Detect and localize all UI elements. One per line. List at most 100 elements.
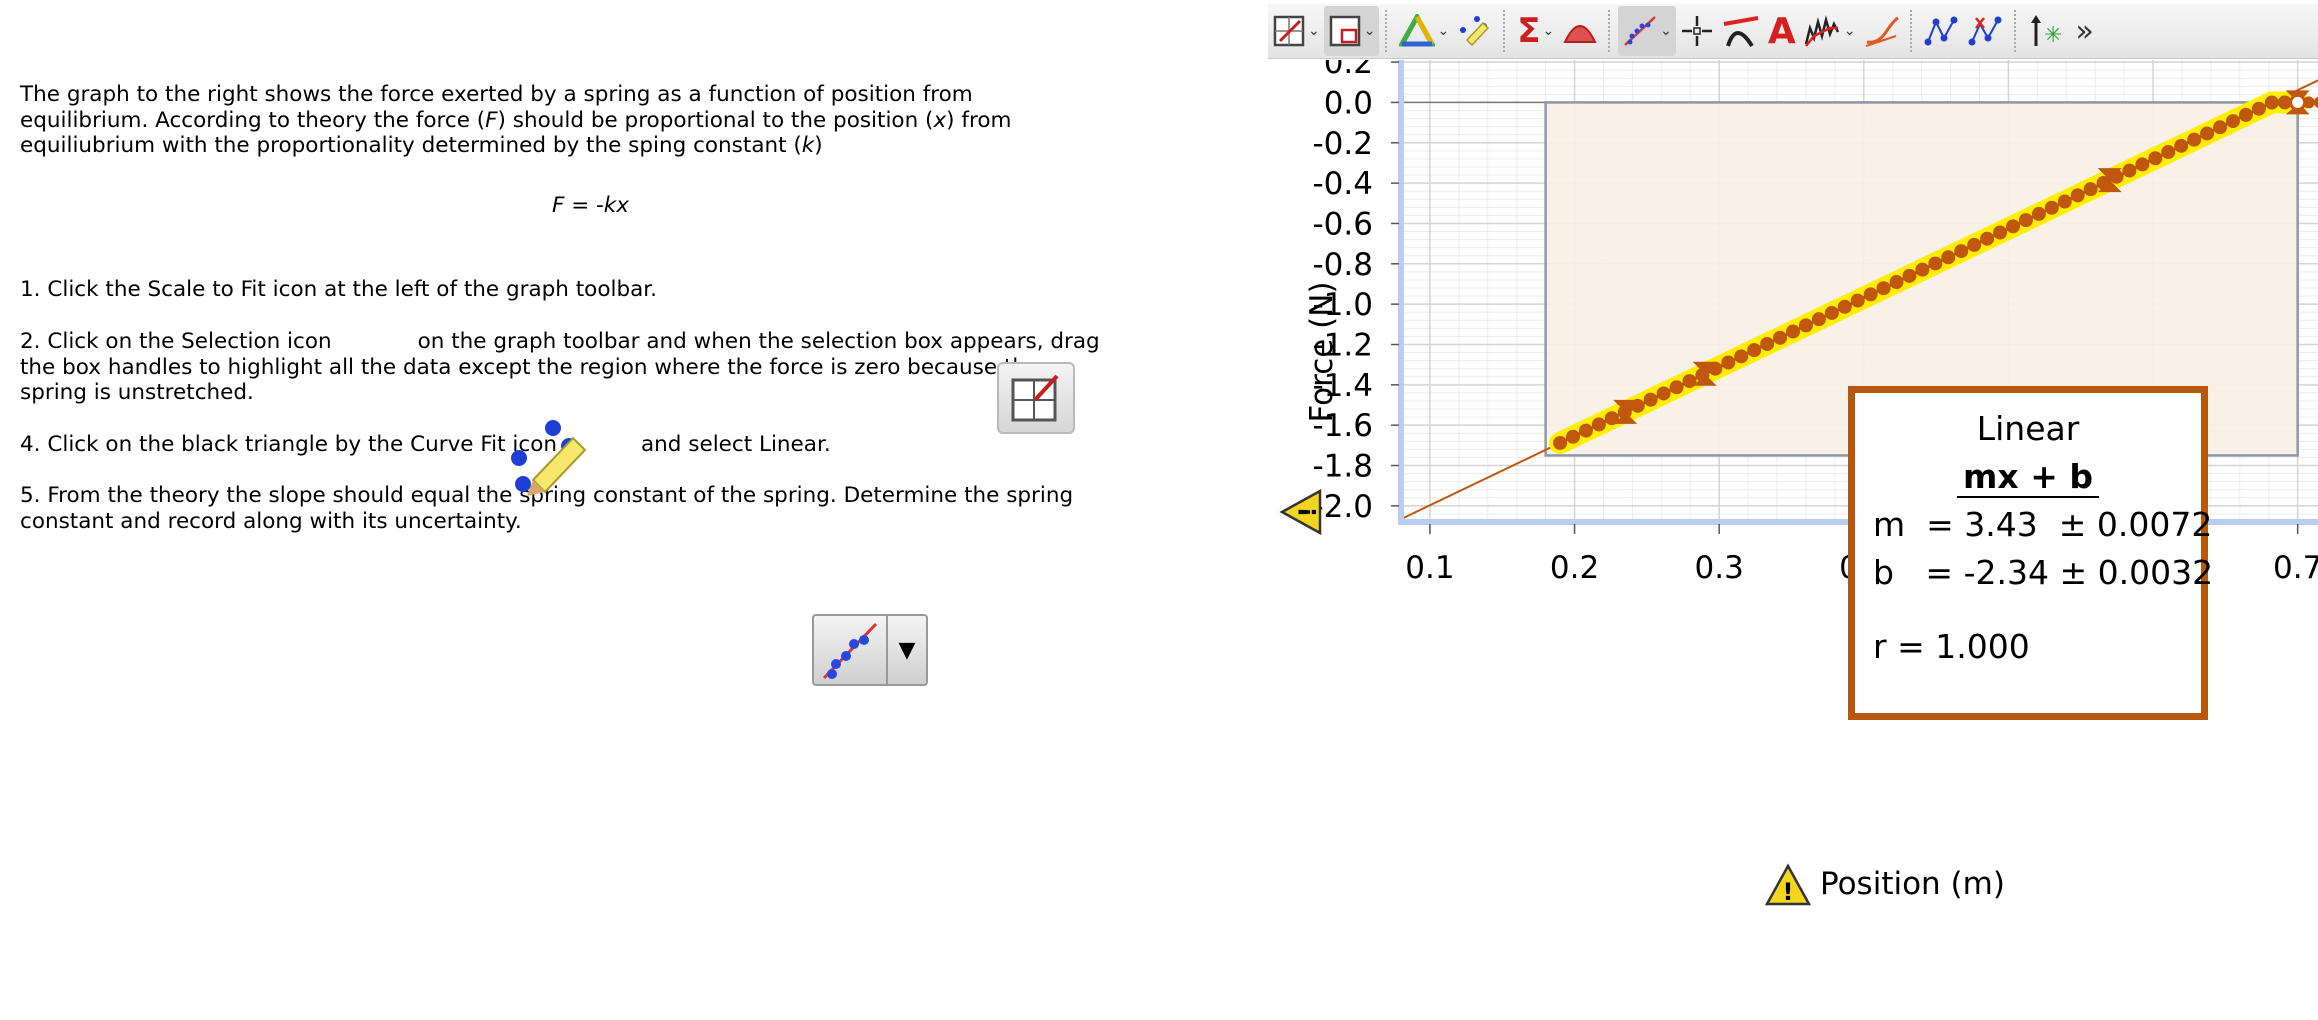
remove-points-button[interactable]: [1964, 6, 2008, 56]
data-point[interactable]: [2148, 151, 2163, 166]
data-point[interactable]: [1941, 250, 1956, 265]
data-point[interactable]: [1915, 262, 1930, 277]
data-point[interactable]: [2018, 213, 2033, 228]
y-axis-warning-icon[interactable]: !: [1279, 488, 1322, 536]
data-point[interactable]: [2135, 157, 2150, 172]
hooke-equation: F = -kx: [552, 193, 629, 218]
data-point[interactable]: [2238, 107, 2253, 122]
data-point[interactable]: [1669, 380, 1684, 395]
chevron-down-icon[interactable]: ⌄: [1660, 23, 1672, 39]
curve-fit-button[interactable]: ⌄: [1618, 6, 1676, 56]
data-point[interactable]: [1967, 237, 1982, 252]
points-icon: [1924, 16, 1958, 46]
data-point[interactable]: [2005, 219, 2020, 234]
data-point[interactable]: [1591, 417, 1606, 432]
chevron-down-icon[interactable]: ⌄: [1364, 23, 1376, 39]
data-point[interactable]: [1824, 305, 1839, 320]
data-point[interactable]: [1811, 312, 1826, 327]
data-point[interactable]: [1850, 293, 1865, 308]
step-2-text-a: 2. Click on the Selection icon: [20, 329, 332, 354]
selection-end-marker[interactable]: [2289, 93, 2307, 111]
data-point[interactable]: [1786, 324, 1801, 339]
data-point[interactable]: [1747, 343, 1762, 358]
chevron-down-icon[interactable]: ⌄: [1437, 23, 1449, 39]
step-2-text-b: on the graph toolbar and when the select…: [417, 329, 1100, 354]
step-1: 1. Click the Scale to Fit icon at the le…: [20, 277, 1180, 303]
data-point[interactable]: [2031, 206, 2046, 221]
data-point[interactable]: [2187, 132, 2202, 147]
intro-line-2b: ) should be proportional to the position…: [497, 107, 934, 133]
fit-formula-text: mx + b: [1957, 457, 2099, 498]
data-point[interactable]: [2225, 114, 2240, 129]
data-point[interactable]: [1773, 330, 1788, 345]
integral-button[interactable]: [1558, 6, 1602, 56]
data-point[interactable]: [1902, 268, 1917, 283]
x-axis-warning-icon[interactable]: !: [1764, 863, 1812, 906]
data-point[interactable]: [2083, 182, 2098, 197]
symbol-F: F: [485, 107, 498, 133]
data-point[interactable]: [1863, 287, 1878, 302]
data-point[interactable]: [2213, 120, 2228, 135]
draw-prediction-button[interactable]: [1453, 6, 1497, 56]
data-point[interactable]: [1993, 225, 2008, 240]
chevron-down-icon[interactable]: ⌄: [1844, 23, 1856, 39]
integral-icon: [1563, 25, 1597, 43]
svg-text:!: !: [1783, 878, 1794, 906]
data-point[interactable]: [1578, 423, 1593, 438]
add-axis-button[interactable]: ✳: [2024, 6, 2072, 56]
data-point[interactable]: [1566, 429, 1581, 444]
data-point[interactable]: [1798, 318, 1813, 333]
scale-to-fit-button[interactable]: ⌄: [1268, 6, 1324, 56]
x-tick-label: 0.7: [2273, 550, 2318, 586]
fit-slope-row: m = 3.43 ± 0.0072: [1873, 505, 2213, 544]
fit-correlation-row: r = 1.000: [1873, 627, 2030, 666]
instructions-panel: The graph to the right shows the force e…: [20, 82, 1180, 159]
data-point[interactable]: [2044, 200, 2059, 215]
toolbar-separator: [1385, 10, 1389, 52]
data-point[interactable]: [2264, 95, 2279, 110]
selection-illustration-icon: [997, 362, 1075, 434]
chevron-down-icon[interactable]: ⌄: [1542, 23, 1554, 39]
data-point[interactable]: [2200, 126, 2215, 141]
smoothing-button[interactable]: ⌄: [1800, 6, 1860, 56]
selection-button[interactable]: ⌄: [1323, 6, 1380, 56]
data-point[interactable]: [2251, 101, 2266, 116]
data-point[interactable]: [2122, 163, 2137, 178]
data-point[interactable]: [1682, 374, 1697, 389]
data-point[interactable]: [1734, 349, 1749, 364]
toolbar-separator: [1608, 10, 1612, 52]
statistics-button[interactable]: Σ ⌄: [1513, 6, 1558, 56]
data-point[interactable]: [1760, 336, 1775, 351]
x-tick-label: 0.1: [1405, 550, 1454, 586]
curve-fit-button-illustration: ▼: [812, 614, 928, 686]
tangent-button[interactable]: [1718, 6, 1764, 56]
show-points-button[interactable]: [1920, 6, 1964, 56]
y-tick-label: -0.2: [1313, 126, 1374, 162]
data-point[interactable]: [1656, 386, 1671, 401]
data-point[interactable]: [1928, 256, 1943, 271]
data-point[interactable]: [1876, 281, 1891, 296]
derivative-button[interactable]: [1860, 6, 1904, 56]
slope-value: 3.43: [1964, 505, 2038, 544]
toolbar-overflow-button[interactable]: »: [2072, 6, 2098, 56]
chevron-down-icon[interactable]: ⌄: [1308, 23, 1320, 39]
data-point[interactable]: [1889, 275, 1904, 290]
data-point[interactable]: [1553, 435, 1568, 450]
data-point[interactable]: [1643, 392, 1658, 407]
data-point[interactable]: [1980, 231, 1995, 246]
data-point[interactable]: [1954, 244, 1969, 259]
x-axis-title: Position (m): [1820, 866, 2005, 902]
coordinates-button[interactable]: [1676, 6, 1718, 56]
color-palette-button[interactable]: ⌄: [1395, 6, 1453, 56]
sigma-icon: Σ: [1517, 11, 1541, 51]
data-point[interactable]: [2161, 145, 2176, 160]
data-point[interactable]: [2174, 138, 2189, 153]
linear-fit-result-box[interactable]: Linear mx + b m = 3.43 ± 0.0072 b = -2.3…: [1848, 386, 2213, 720]
data-point[interactable]: [2057, 194, 2072, 209]
step-4-text-a: 4. Click on the black triangle by the Cu…: [20, 432, 557, 457]
symbol-x: x: [933, 107, 947, 133]
annotation-button[interactable]: A: [1764, 6, 1800, 56]
data-point[interactable]: [1721, 355, 1736, 370]
data-point[interactable]: [2070, 188, 2085, 203]
data-point[interactable]: [1837, 299, 1852, 314]
